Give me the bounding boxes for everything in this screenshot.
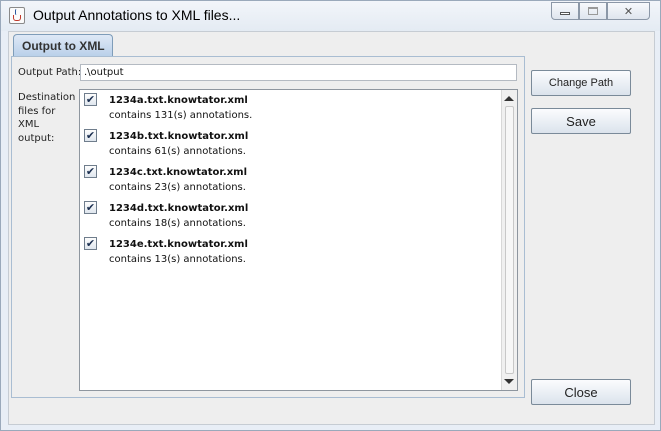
scroll-up-icon[interactable] (504, 96, 514, 101)
file-name: 1234c.txt.knowtator.xml (109, 167, 248, 178)
file-annotation-count: contains 131(s) annotations. (109, 110, 253, 121)
dialog-content: Output to XML Output Path: Destination f… (8, 31, 655, 425)
output-path-label: Output Path: (18, 67, 82, 78)
file-annotation-count: contains 13(s) annotations. (109, 254, 246, 265)
list-item: ✔ 1234a.txt.knowtator.xml contains 131(s… (80, 90, 500, 126)
file-annotation-count: contains 23(s) annotations. (109, 182, 246, 193)
list-item: ✔ 1234d.txt.knowtator.xml contains 18(s)… (80, 198, 500, 234)
dialog-window: Output Annotations to XML files... ✕ Out… (0, 0, 661, 431)
file-name: 1234d.txt.knowtator.xml (109, 203, 249, 214)
file-name: 1234a.txt.knowtator.xml (109, 95, 248, 106)
scroll-down-icon[interactable] (504, 379, 514, 384)
tab-panel: Output Path: Destination files for XML o… (11, 56, 525, 398)
file-checkbox[interactable]: ✔ (84, 93, 97, 106)
file-name: 1234e.txt.knowtator.xml (109, 239, 248, 250)
java-cup-icon (9, 7, 25, 24)
list-item: ✔ 1234c.txt.knowtator.xml contains 23(s)… (80, 162, 500, 198)
change-path-button[interactable]: Change Path (531, 70, 631, 96)
file-annotation-count: contains 61(s) annotations. (109, 146, 246, 157)
scroll-track[interactable] (505, 106, 514, 374)
list-item: ✔ 1234b.txt.knowtator.xml contains 61(s)… (80, 126, 500, 162)
file-annotation-count: contains 18(s) annotations. (109, 218, 246, 229)
window-title: Output Annotations to XML files... (33, 7, 241, 23)
file-checkbox[interactable]: ✔ (84, 201, 97, 214)
maximize-button[interactable] (579, 2, 607, 20)
window-controls: ✕ (551, 2, 650, 21)
vertical-scrollbar[interactable] (501, 90, 517, 390)
minimize-icon (560, 11, 570, 15)
file-checkbox[interactable]: ✔ (84, 237, 97, 250)
file-checkbox[interactable]: ✔ (84, 165, 97, 178)
output-path-input[interactable] (80, 64, 517, 81)
close-window-button[interactable]: ✕ (607, 2, 650, 20)
file-checkbox[interactable]: ✔ (84, 129, 97, 142)
minimize-button[interactable] (551, 2, 579, 20)
maximize-icon (588, 7, 598, 15)
close-icon: ✕ (623, 4, 634, 18)
cup-shape (13, 15, 21, 21)
file-name: 1234b.txt.knowtator.xml (109, 131, 249, 142)
list-item: ✔ 1234e.txt.knowtator.xml contains 13(s)… (80, 234, 500, 270)
destination-files-label: Destination files for XML output: (18, 92, 76, 144)
destination-files-list[interactable]: ✔ 1234a.txt.knowtator.xml contains 131(s… (79, 89, 518, 391)
tab-output-to-xml[interactable]: Output to XML (13, 34, 113, 57)
close-button[interactable]: Close (531, 379, 631, 405)
title-bar[interactable]: Output Annotations to XML files... ✕ (1, 1, 660, 31)
save-button[interactable]: Save (531, 108, 631, 134)
